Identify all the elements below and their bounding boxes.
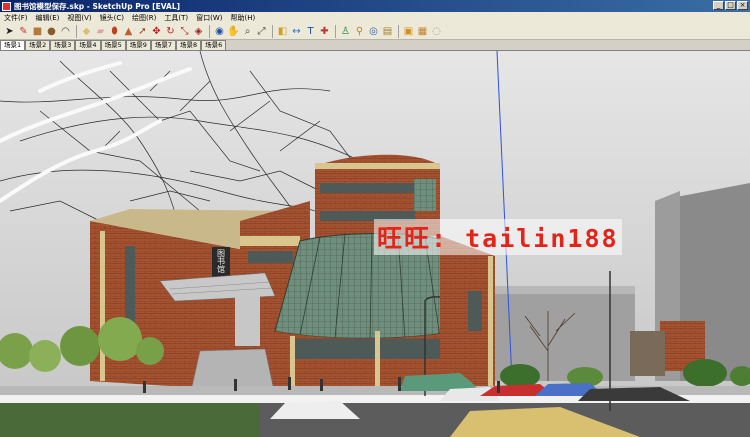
tower-side-glass [414,179,436,211]
share-model-icon[interactable]: ▦ [416,25,429,38]
right-wing-column [488,256,493,396]
menu-draw[interactable]: 绘图(R) [128,13,160,23]
toolbar-separator [76,24,77,38]
eraser-icon[interactable]: ▰ [94,25,107,38]
library-right-wing [440,236,495,396]
model-viewport[interactable]: 图书馆 旺旺: tailin188 [0,51,750,437]
tab-scene-7[interactable]: 场景7 [150,40,176,50]
zoom-icon[interactable]: ⌕ [241,25,254,38]
window-controls: _ □ × [713,1,748,10]
menu-view[interactable]: 视图(V) [63,13,95,23]
menu-help[interactable]: 帮助(H) [226,13,259,23]
main-toolbar: ➤ ✎ ■ ● ◠ ◆ ▰ ⬮ ▲ ➚ ✥ ↻ ⤡ ◈ ◉ ✋ ⌕ ⤢ ◧ ↔ T ✚ ♙ ⚲ ◎ ▤ ▣ ▦ ◌ [0,23,750,40]
tower-top-band [315,163,440,169]
title-bar: 图书馆模型保存.skp - SketchUp Pro [EVAL] _ □ × [0,0,750,12]
tab-scene-2[interactable]: 场景2 [25,40,51,50]
toolbar-separator [209,24,210,38]
arc-icon[interactable]: ◠ [59,25,72,38]
tab-scene-5[interactable]: 场景5 [100,40,126,50]
entrance-columns [235,296,260,346]
grass-strip [0,403,260,437]
library-sign-text: 图书馆 [217,249,226,274]
pan-icon[interactable]: ✋ [227,25,240,38]
zoom-extents-icon[interactable]: ⤢ [255,25,268,38]
tab-scene-3[interactable]: 场景3 [50,40,76,50]
make-component-icon[interactable]: ◆ [80,25,93,38]
select-icon[interactable]: ➤ [3,25,16,38]
follow-me-icon[interactable]: ➚ [136,25,149,38]
tab-scene-6[interactable]: 场景6 [201,40,227,50]
small-building [630,331,665,376]
scene-tabs: 场景1 场景2 场景3 场景4 场景5 场景9 场景7 场景8 场景6 [0,40,750,51]
push-pull-icon[interactable]: ▲ [122,25,135,38]
scale-icon[interactable]: ⤡ [178,25,191,38]
menu-file[interactable]: 文件(F) [0,13,32,23]
dimension-icon[interactable]: ↔ [290,25,303,38]
toolbar-separator [272,24,273,38]
tower-window-row1 [320,183,415,193]
look-around-icon[interactable]: ◎ [367,25,380,38]
move-icon[interactable]: ✥ [150,25,163,38]
extension-icon[interactable]: ◌ [430,25,443,38]
paint-bucket-icon[interactable]: ⬮ [108,25,121,38]
toolbar-separator [335,24,336,38]
offset-icon[interactable]: ◈ [192,25,205,38]
position-camera-icon[interactable]: ♙ [339,25,352,38]
get-models-icon[interactable]: ▣ [402,25,415,38]
rotate-icon[interactable]: ↻ [164,25,177,38]
axes-icon[interactable]: ✚ [318,25,331,38]
right-wing-window [468,291,482,331]
close-button[interactable]: × [737,1,748,10]
tab-scene-1[interactable]: 场景1 [0,40,26,50]
menu-window[interactable]: 窗口(W) [192,13,226,23]
watermark-text: 旺旺: tailin188 [374,219,622,255]
walk-icon[interactable]: ⚲ [353,25,366,38]
grey-block-top [495,286,635,294]
tab-scene-8[interactable]: 场景8 [175,40,202,50]
tab-scene-4[interactable]: 场景4 [75,40,101,50]
maximize-button[interactable]: □ [725,1,736,10]
center-block-windows [248,251,293,263]
toolbar-separator [398,24,399,38]
tab-scene-9[interactable]: 场景9 [125,40,151,50]
tape-measure-icon[interactable]: ◧ [276,25,289,38]
sketchup-app-icon [2,1,11,11]
menu-edit[interactable]: 编辑(E) [32,13,64,23]
text-icon[interactable]: T [304,25,317,38]
rectangle-icon[interactable]: ■ [31,25,44,38]
orbit-icon[interactable]: ◉ [213,25,226,38]
pencil-icon[interactable]: ✎ [17,25,30,38]
section-plane-icon[interactable]: ▤ [381,25,394,38]
left-wing-column [100,231,105,381]
menu-tools[interactable]: 工具(T) [160,13,192,23]
circle-icon[interactable]: ● [45,25,58,38]
minimize-button[interactable]: _ [713,1,724,10]
menu-camera[interactable]: 镜头(C) [96,13,128,23]
center-block-band [240,236,300,246]
window-title: 图书馆模型保存.skp - SketchUp Pro [EVAL] [14,1,181,11]
